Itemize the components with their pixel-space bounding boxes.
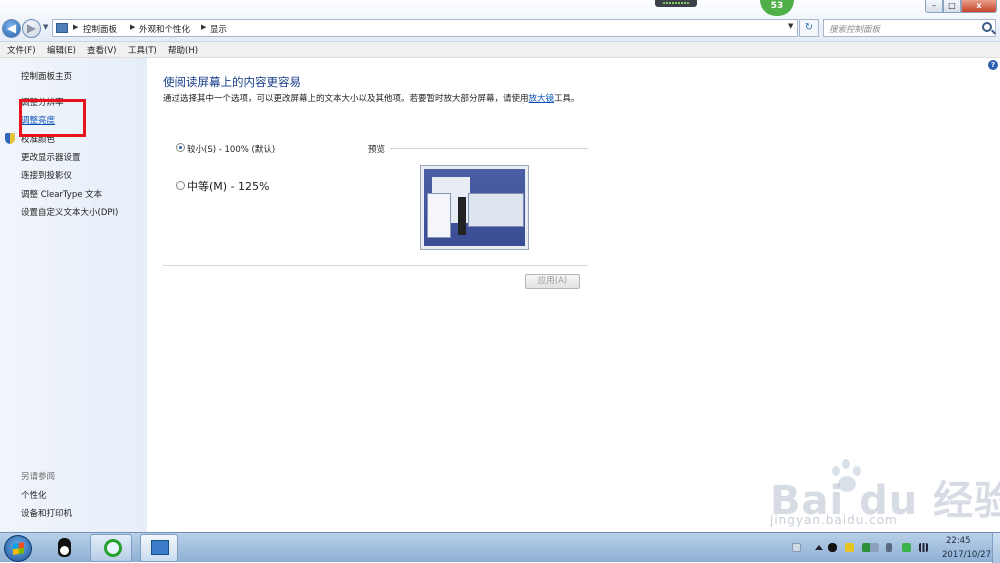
notification-badge[interactable]: 53 bbox=[760, 0, 794, 16]
see-also-heading: 另请参阅 bbox=[21, 472, 56, 482]
see-also-devices-printers[interactable]: 设备和打印机 bbox=[21, 507, 72, 519]
breadcrumb-arrow-icon[interactable]: ▶ bbox=[73, 23, 78, 31]
radio-medium[interactable] bbox=[176, 181, 185, 190]
control-panel-icon bbox=[151, 540, 169, 555]
breadcrumb-arrow-icon[interactable]: ▶ bbox=[201, 23, 206, 31]
desktop-gadget bbox=[655, 0, 697, 7]
option-medium-label[interactable]: 中等(M) - 125% bbox=[187, 178, 269, 194]
apply-button[interactable]: 应用(A) bbox=[525, 274, 580, 289]
breadcrumb-display[interactable]: 显示 bbox=[210, 23, 227, 35]
menu-help[interactable]: 帮助(H) bbox=[168, 44, 198, 56]
security-tray-icon[interactable] bbox=[845, 543, 854, 552]
refresh-button[interactable]: ↻ bbox=[799, 19, 819, 37]
sidebar-item-custom-dpi[interactable]: 设置自定义文本大小(DPI) bbox=[21, 206, 118, 218]
qq-icon bbox=[58, 538, 71, 557]
preview-image bbox=[420, 165, 529, 250]
close-button[interactable]: x bbox=[961, 0, 997, 13]
network-icon[interactable] bbox=[919, 543, 928, 552]
menu-bar: 文件(F) 编辑(E) 查看(V) 工具(T) 帮助(H) bbox=[0, 42, 1000, 58]
page-description: 通过选择其中一个选项，可以更改屏幕上的文本大小以及其他项。若要暂时放大部分屏幕，… bbox=[163, 93, 583, 105]
qq-tray-icon[interactable] bbox=[828, 543, 837, 552]
battery-icon[interactable] bbox=[886, 543, 892, 552]
main-content bbox=[147, 58, 1000, 532]
taskbar: 22:45 2017/10/27 bbox=[0, 532, 1000, 563]
sidebar-item-display-settings[interactable]: 更改显示器设置 bbox=[21, 151, 81, 163]
preview-window-front bbox=[468, 193, 524, 227]
minimize-button[interactable]: – bbox=[925, 0, 943, 13]
forward-button[interactable]: ▶ bbox=[22, 19, 41, 38]
sidebar-item-cleartype[interactable]: 调整 ClearType 文本 bbox=[21, 188, 102, 200]
keyboard-icon[interactable] bbox=[792, 543, 801, 552]
shield-tray-icon[interactable] bbox=[902, 543, 911, 552]
clock-time[interactable]: 22:45 bbox=[946, 536, 971, 546]
preview-divider bbox=[390, 148, 588, 149]
clock-date[interactable]: 2017/10/27 bbox=[942, 550, 991, 560]
help-icon[interactable]: ? bbox=[988, 60, 998, 70]
uac-shield-icon bbox=[5, 133, 15, 144]
preview-window-dark bbox=[458, 197, 466, 235]
page-title: 使阅读屏幕上的内容更容易 bbox=[163, 75, 301, 89]
sidebar-item-projector[interactable]: 连接到投影仪 bbox=[21, 169, 72, 181]
search-icon[interactable] bbox=[982, 22, 992, 32]
taskbar-qq[interactable] bbox=[50, 534, 78, 562]
search-placeholder: 搜索控制面板 bbox=[829, 25, 881, 35]
show-desktop-button[interactable] bbox=[992, 533, 1000, 563]
watermark-url: jingyan.baidu.com bbox=[770, 513, 898, 527]
search-input[interactable]: 搜索控制面板 bbox=[823, 19, 996, 37]
ie-icon bbox=[104, 539, 122, 557]
breadcrumb-control-panel[interactable]: 控制面板 bbox=[83, 23, 117, 35]
magnifier-link[interactable]: 放大镜 bbox=[529, 94, 555, 104]
breadcrumb-arrow-icon[interactable]: ▶ bbox=[130, 23, 135, 31]
preview-screen bbox=[424, 169, 525, 246]
preview-heading: 预览 bbox=[368, 145, 386, 155]
preview-window-list bbox=[427, 193, 451, 238]
control-panel-icon bbox=[56, 23, 68, 33]
see-also-personalization[interactable]: 个性化 bbox=[21, 489, 47, 501]
radio-small[interactable] bbox=[176, 143, 185, 152]
highlight-annotation-box bbox=[19, 99, 86, 137]
recent-pages-dropdown-icon[interactable]: ▼ bbox=[43, 23, 51, 33]
description-text: 通过选择其中一个选项，可以更改屏幕上的文本大小以及其他项。若要暂时放大部分屏幕，… bbox=[163, 94, 529, 104]
volume-icon[interactable] bbox=[870, 543, 879, 552]
menu-file[interactable]: 文件(F) bbox=[7, 44, 36, 56]
breadcrumb-appearance[interactable]: 外观和个性化 bbox=[139, 23, 190, 35]
maximize-button[interactable]: □ bbox=[943, 0, 961, 13]
tray-expand-icon[interactable] bbox=[815, 545, 823, 550]
start-button[interactable] bbox=[4, 535, 32, 562]
address-field[interactable]: ▶ 控制面板 ▶ 外观和个性化 ▶ 显示 bbox=[52, 19, 798, 37]
option-small-label[interactable]: 较小(S) - 100% (默认) bbox=[187, 143, 275, 155]
menu-edit[interactable]: 编辑(E) bbox=[47, 44, 76, 56]
address-dropdown-icon[interactable]: ▼ bbox=[788, 22, 793, 30]
taskbar-ie[interactable] bbox=[90, 534, 132, 562]
sidebar-item-home[interactable]: 控制面板主页 bbox=[21, 70, 72, 82]
description-tail: 工具。 bbox=[554, 94, 580, 104]
content-divider bbox=[163, 265, 588, 266]
taskbar-control-panel[interactable] bbox=[140, 534, 178, 562]
menu-tools[interactable]: 工具(T) bbox=[128, 44, 157, 56]
menu-view[interactable]: 查看(V) bbox=[87, 44, 116, 56]
back-button[interactable]: ◀ bbox=[2, 19, 21, 38]
address-bar-area: 53 ◀ ▶ ▼ ▶ 控制面板 ▶ 外观和个性化 ▶ 显示 ▼ ↻ 搜索控制面板… bbox=[0, 0, 1000, 42]
